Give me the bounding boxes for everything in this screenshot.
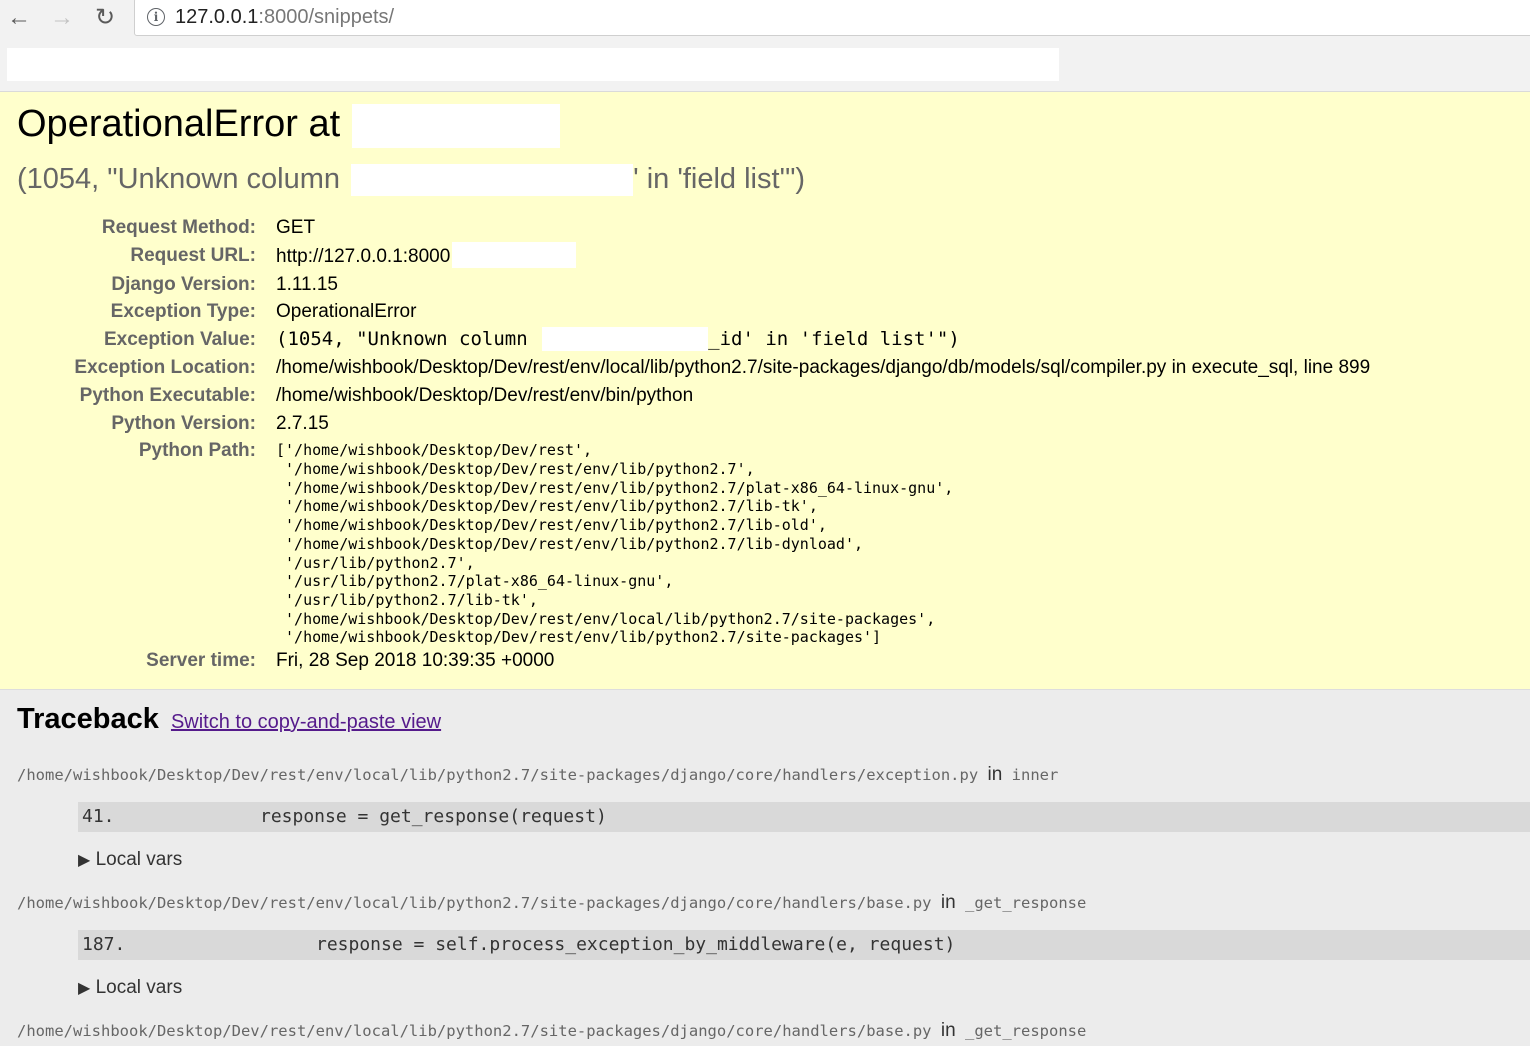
bookmarks-bar bbox=[0, 38, 1530, 92]
code-text: response = self.process_exception_by_mid… bbox=[316, 934, 956, 955]
meta-row: Python Version: 2.7.15 bbox=[0, 410, 1370, 438]
meta-row: Python Path: ['/home/wishbook/Desktop/De… bbox=[0, 437, 1370, 647]
error-title-text: OperationalError at bbox=[17, 103, 341, 145]
meta-label: Python Path: bbox=[138, 440, 256, 462]
error-subtitle: (1054, "Unknown column ' in 'field list'… bbox=[17, 163, 806, 197]
triangle-right-icon: ▶ bbox=[78, 852, 91, 869]
copy-paste-view-link[interactable]: Switch to copy-and-paste view bbox=[171, 711, 441, 733]
reload-icon[interactable]: ↻ bbox=[90, 3, 120, 33]
meta-label: Django Version: bbox=[111, 273, 256, 295]
frame-file-path: /home/wishbook/Desktop/Dev/rest/env/loca… bbox=[17, 766, 979, 784]
meta-label: Python Executable: bbox=[79, 384, 256, 406]
error-subtitle-suffix: ' in 'field list'") bbox=[633, 163, 806, 195]
local-vars-label: Local vars bbox=[95, 977, 183, 998]
meta-value: OperationalError bbox=[276, 301, 417, 323]
frame-function: _get_response bbox=[965, 1022, 1087, 1040]
meta-row: Request Method: GET bbox=[0, 214, 1370, 242]
meta-value: /home/wishbook/Desktop/Dev/rest/env/loca… bbox=[276, 356, 1371, 378]
line-number: 187. bbox=[82, 934, 126, 955]
meta-row: Exception Location: /home/wishbook/Deskt… bbox=[0, 354, 1370, 382]
meta-value: GET bbox=[276, 217, 316, 238]
url-host: 127.0.0.1 bbox=[175, 5, 259, 28]
frame-function: inner bbox=[1011, 766, 1059, 784]
frame-function: _get_response bbox=[965, 894, 1087, 912]
local-vars-toggle[interactable]: ▶ Local vars bbox=[78, 849, 182, 871]
forward-arrow-icon[interactable]: → bbox=[47, 3, 77, 33]
line-number: 41. bbox=[82, 806, 115, 827]
code-text: response = get_response(request) bbox=[260, 806, 607, 827]
url-text[interactable]: 127.0.0.1:8000/snippets/ bbox=[175, 6, 394, 29]
error-title: OperationalError at bbox=[17, 103, 560, 148]
redacted-path bbox=[351, 103, 560, 148]
meta-value: ['/home/wishbook/Desktop/Dev/rest', '/ho… bbox=[270, 437, 1370, 647]
address-bar[interactable]: i 127.0.0.1:8000/snippets/ bbox=[134, 0, 1530, 36]
frame-in-word: in bbox=[940, 1020, 956, 1041]
back-arrow-icon[interactable]: ← bbox=[4, 3, 34, 33]
url-path: :8000/snippets/ bbox=[258, 5, 395, 28]
traceback-heading: Traceback Switch to copy-and-paste view bbox=[17, 703, 441, 736]
meta-label: Python Version: bbox=[111, 412, 256, 434]
meta-label: Request Method: bbox=[101, 217, 256, 238]
meta-label: Exception Type: bbox=[110, 301, 256, 323]
redacted-column bbox=[542, 327, 709, 352]
meta-row: Exception Type: OperationalError bbox=[0, 298, 1370, 326]
frame-file: /home/wishbook/Desktop/Dev/rest/env/loca… bbox=[17, 892, 1086, 914]
local-vars-toggle[interactable]: ▶ Local vars bbox=[78, 977, 182, 999]
frame-in-word: in bbox=[987, 764, 1003, 785]
meta-label: Exception Location: bbox=[74, 356, 256, 378]
meta-value: http://127.0.0.1:8000 bbox=[270, 241, 1370, 271]
frame-file: /home/wishbook/Desktop/Dev/rest/env/loca… bbox=[17, 1020, 1086, 1042]
traceback-title: Traceback bbox=[17, 703, 159, 735]
triangle-right-icon: ▶ bbox=[78, 980, 91, 997]
meta-value: 1.11.15 bbox=[276, 273, 338, 295]
meta-row: Request URL: http://127.0.0.1:8000 bbox=[0, 241, 1370, 271]
request-meta-table: Request Method: GET Request URL: http://… bbox=[0, 214, 1370, 675]
frame-file-path: /home/wishbook/Desktop/Dev/rest/env/loca… bbox=[17, 1022, 932, 1040]
meta-label: Request URL: bbox=[130, 244, 256, 266]
context-line[interactable]: 41. response = get_response(request) bbox=[78, 802, 1530, 832]
frame-in-word: in bbox=[940, 892, 956, 913]
meta-value: /home/wishbook/Desktop/Dev/rest/env/bin/… bbox=[276, 384, 694, 406]
redacted-url-path bbox=[452, 241, 577, 268]
exception-value-prefix: (1054, "Unknown column bbox=[276, 328, 528, 351]
info-icon[interactable]: i bbox=[147, 8, 165, 26]
python-path-list: ['/home/wishbook/Desktop/Dev/rest', '/ho… bbox=[276, 441, 954, 647]
meta-row: Python Executable: /home/wishbook/Deskto… bbox=[0, 382, 1370, 410]
meta-value: 2.7.15 bbox=[276, 412, 329, 434]
context-line[interactable]: 187. response = self.process_exception_by… bbox=[78, 930, 1530, 960]
redacted-column bbox=[351, 164, 634, 197]
request-url: http://127.0.0.1:8000 bbox=[276, 245, 451, 267]
meta-row: Django Version: 1.11.15 bbox=[0, 271, 1370, 299]
meta-label: Server time: bbox=[146, 650, 256, 672]
frame-file-path: /home/wishbook/Desktop/Dev/rest/env/loca… bbox=[17, 894, 932, 912]
local-vars-label: Local vars bbox=[95, 849, 183, 870]
meta-row: Server time: Fri, 28 Sep 2018 10:39:35 +… bbox=[0, 647, 1370, 675]
browser-toolbar: ← → ↻ i 127.0.0.1:8000/snippets/ bbox=[0, 0, 1530, 38]
meta-label: Exception Value: bbox=[103, 329, 256, 351]
error-subtitle-prefix: (1054, "Unknown column bbox=[17, 163, 341, 195]
exception-value-suffix: _id' in 'field list'") bbox=[708, 328, 960, 351]
meta-value: Fri, 28 Sep 2018 10:39:35 +0000 bbox=[276, 650, 555, 672]
frame-file: /home/wishbook/Desktop/Dev/rest/env/loca… bbox=[17, 764, 1058, 786]
meta-value: (1054, "Unknown column _id' in 'field li… bbox=[270, 326, 1370, 354]
redacted-area bbox=[7, 48, 1059, 81]
meta-row: Exception Value: (1054, "Unknown column … bbox=[0, 326, 1370, 354]
